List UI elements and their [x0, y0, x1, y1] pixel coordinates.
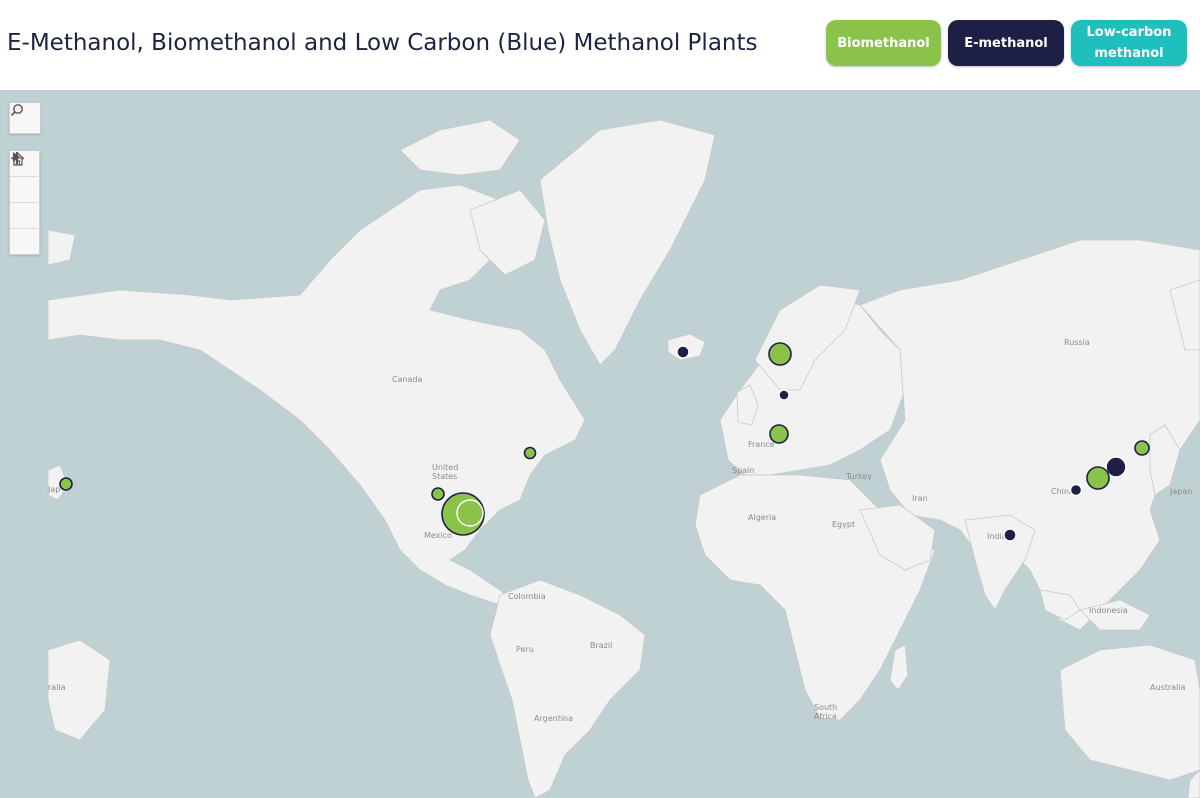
label-peru: Peru: [516, 645, 534, 654]
plant-marker-biomethanol[interactable]: [769, 424, 789, 444]
map-canvas: Canada United States Mexico Colombia Peru…: [47, 119, 1200, 798]
plant-marker-e-methanol[interactable]: [1003, 528, 1017, 542]
legend-e-methanol-label: E-methanol: [964, 35, 1048, 51]
plant-marker-biomethanol[interactable]: [1134, 440, 1150, 456]
plant-marker-biomethanol[interactable]: [431, 487, 445, 501]
plant-marker-biomethanol[interactable]: [456, 499, 484, 527]
play-button[interactable]: [10, 152, 38, 254]
plant-marker-biomethanol[interactable]: [59, 477, 73, 491]
zoom-out-button[interactable]: [10, 157, 38, 203]
label-brazil: Brazil: [590, 641, 612, 650]
label-japan-west: Jap: [47, 485, 60, 494]
madagascar-land: [889, 644, 909, 691]
legend-low-carbon-label: Low-carbon methanol: [1086, 25, 1172, 61]
label-australia: Australia: [1150, 683, 1185, 692]
arctic-islands-land: [399, 119, 521, 176]
header: E-Methanol, Biomethanol and Low Carbon (…: [0, 0, 1200, 90]
label-indonesia: Indonesia: [1089, 606, 1128, 615]
australia-land: [1059, 644, 1200, 781]
label-spain: Spain: [732, 466, 754, 475]
label-argentina: Argentina: [534, 714, 573, 723]
south-america-land: [489, 579, 646, 798]
legend-biomethanol-button[interactable]: Biomethanol: [826, 20, 941, 66]
plant-marker-e-methanol[interactable]: [1069, 483, 1083, 497]
play-icon: [13, 152, 20, 162]
search-button[interactable]: [10, 103, 40, 133]
plant-marker-e-methanol[interactable]: [676, 345, 690, 359]
zoom-controls: [9, 150, 40, 255]
label-colombia: Colombia: [508, 592, 546, 601]
label-russia: Russia: [1064, 338, 1090, 347]
page-title: E-Methanol, Biomethanol and Low Carbon (…: [7, 30, 758, 56]
label-south-africa: South Africa: [814, 703, 837, 721]
legend-low-carbon-button[interactable]: Low-carbon methanol: [1071, 20, 1187, 66]
greenland-land: [539, 119, 716, 366]
label-turkey: Turkey: [845, 472, 872, 481]
new-zealand-land: [1187, 769, 1200, 798]
world-map[interactable]: Canada United States Mexico Colombia Peru…: [0, 90, 1200, 798]
label-united-states: United States: [432, 463, 458, 481]
label-france: France: [748, 440, 775, 449]
plant-marker-biomethanol[interactable]: [1086, 466, 1110, 490]
alaska-west-land: [47, 229, 76, 266]
plant-marker-biomethanol[interactable]: [768, 342, 792, 366]
legend-biomethanol-label: Biomethanol: [837, 35, 930, 51]
label-canada: Canada: [392, 375, 423, 384]
label-mexico: Mexico: [424, 531, 452, 540]
label-australia-west: ralia: [48, 683, 66, 692]
label-egypt: Egypt: [832, 520, 855, 529]
landmasses: [47, 119, 1200, 798]
legend-e-methanol-button[interactable]: E-methanol: [948, 20, 1064, 66]
plant-marker-e-methanol[interactable]: [778, 389, 790, 401]
plant-marker-biomethanol[interactable]: [523, 446, 537, 460]
label-japan-east: Japan: [1169, 487, 1192, 496]
search-icon: [10, 104, 23, 117]
label-algeria: Algeria: [748, 513, 776, 522]
home-button[interactable]: [10, 152, 38, 229]
label-iran: Iran: [912, 494, 928, 503]
search-control[interactable]: [9, 102, 41, 134]
